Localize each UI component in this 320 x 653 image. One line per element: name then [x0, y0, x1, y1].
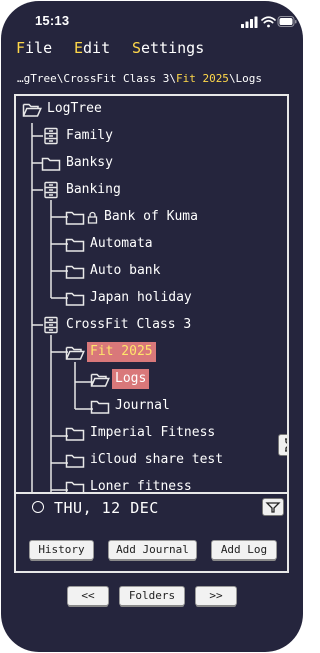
status-time: 15:13	[35, 13, 70, 28]
filter-button[interactable]	[262, 498, 284, 516]
tree-node-label: iCloud share test	[90, 452, 224, 467]
folder-icon	[65, 262, 85, 280]
tree-node-label: Banksy	[66, 155, 113, 170]
menu-edit-mnemonic: E	[74, 39, 84, 57]
tree-node-journal[interactable]: Journal	[90, 396, 173, 416]
folder-icon	[65, 289, 85, 307]
tree-node-label: Fit 2025	[87, 342, 156, 362]
menu-file-label: ile	[25, 39, 53, 57]
action-bar: History Add Journal Add Log	[14, 531, 289, 573]
folder-open-icon	[22, 100, 42, 118]
tree-node-banking[interactable]: Banking	[41, 180, 124, 200]
folder-icon	[41, 154, 61, 172]
battery-icon	[277, 16, 297, 27]
tree-node-loner-fitness[interactable]: Loner fitness	[65, 477, 195, 493]
cabinet-icon	[41, 316, 61, 334]
folder-icon	[65, 424, 85, 442]
tree-node-label: Banking	[66, 182, 121, 197]
menu-settings-label: ettings	[141, 39, 205, 57]
tree-node-label: Family	[66, 128, 113, 143]
tree-node-icloud-share-test[interactable]: iCloud share test	[65, 450, 226, 470]
filter-icon	[265, 502, 281, 513]
menu-file[interactable]: File	[16, 39, 52, 57]
folder-open-icon	[90, 370, 110, 388]
tree-node-japan-holiday[interactable]: Japan holiday	[65, 288, 195, 308]
wifi-icon	[261, 16, 276, 28]
tree-node-label: Journal	[115, 398, 170, 413]
tree-node-logtree[interactable]: LogTree	[22, 99, 105, 119]
tree-node-label: LogTree	[47, 101, 102, 116]
folders-button[interactable]: Folders	[120, 587, 184, 605]
date-marker-icon	[32, 501, 44, 513]
menu-edit[interactable]: Edit	[74, 39, 110, 57]
status-bar: 15:13	[1, 1, 303, 39]
signal-icon	[241, 16, 258, 28]
add-log-button[interactable]: Add Log	[212, 541, 276, 559]
menu-settings-mnemonic: S	[132, 39, 142, 57]
tree-node-automata[interactable]: Automata	[65, 234, 156, 254]
tree-node-label: Automata	[90, 236, 153, 251]
tree-node-banksy[interactable]: Banksy	[41, 153, 116, 173]
cabinet-icon	[41, 127, 61, 145]
hourglass-button[interactable]	[278, 434, 287, 456]
breadcrumb-tail: \Logs	[228, 72, 263, 85]
cabinet-icon	[41, 181, 61, 199]
tree-node-label: Imperial Fitness	[90, 425, 216, 440]
folder-icon	[90, 397, 110, 415]
menu-bar: File Edit Settings	[1, 39, 303, 61]
tree-node-label: Bank of Kuma	[104, 209, 198, 224]
tree-node-imperial-fitness[interactable]: Imperial Fitness	[65, 423, 218, 443]
menu-file-mnemonic: F	[16, 39, 26, 57]
folder-icon	[65, 451, 85, 469]
hourglass-icon	[285, 438, 287, 452]
menu-edit-label: dit	[83, 39, 111, 57]
folder-open-icon	[65, 343, 85, 361]
tree-node-bank-of-kuma[interactable]: Bank of Kuma	[65, 207, 201, 227]
status-icons	[241, 16, 297, 28]
journal-date[interactable]: THU, 12 DEC	[54, 499, 159, 517]
folder-icon	[65, 235, 85, 253]
breadcrumb[interactable]: …gTree\CrossFit Class 3\Fit 2025\Logs	[17, 72, 299, 88]
folder-icon	[65, 208, 85, 226]
tree-node-logs[interactable]: Logs	[90, 369, 150, 389]
breadcrumb-path: …gTree\CrossFit Class 3\	[17, 72, 176, 85]
next-button[interactable]: >>	[196, 587, 236, 605]
tree-node-family[interactable]: Family	[41, 126, 116, 146]
tree-node-label: Japan holiday	[90, 290, 192, 305]
add-journal-button[interactable]: Add Journal	[109, 541, 196, 559]
tree-node-label: Loner fitness	[90, 479, 192, 493]
folder-tree[interactable]: LogTree Family Banksy Banking Bank of Kuma Au…	[14, 94, 289, 493]
menu-settings[interactable]: Settings	[132, 39, 204, 57]
history-button[interactable]: History	[30, 541, 93, 559]
lock-icon	[87, 211, 101, 224]
tree-node-auto-bank[interactable]: Auto bank	[65, 261, 163, 281]
folder-icon	[65, 478, 85, 493]
prev-button[interactable]: <<	[68, 587, 108, 605]
tree-node-fit-2025[interactable]: Fit 2025	[65, 342, 156, 362]
app-screen: 15:13 File Edit Settings …gTree\CrossFit…	[1, 1, 303, 652]
tree-node-crossfit-class-3[interactable]: CrossFit Class 3	[41, 315, 194, 335]
breadcrumb-current: Fit 2025	[175, 72, 229, 85]
tree-node-label: Auto bank	[90, 263, 161, 278]
tree-node-label: Logs	[112, 369, 150, 389]
tree-node-label: CrossFit Class 3	[66, 317, 192, 332]
